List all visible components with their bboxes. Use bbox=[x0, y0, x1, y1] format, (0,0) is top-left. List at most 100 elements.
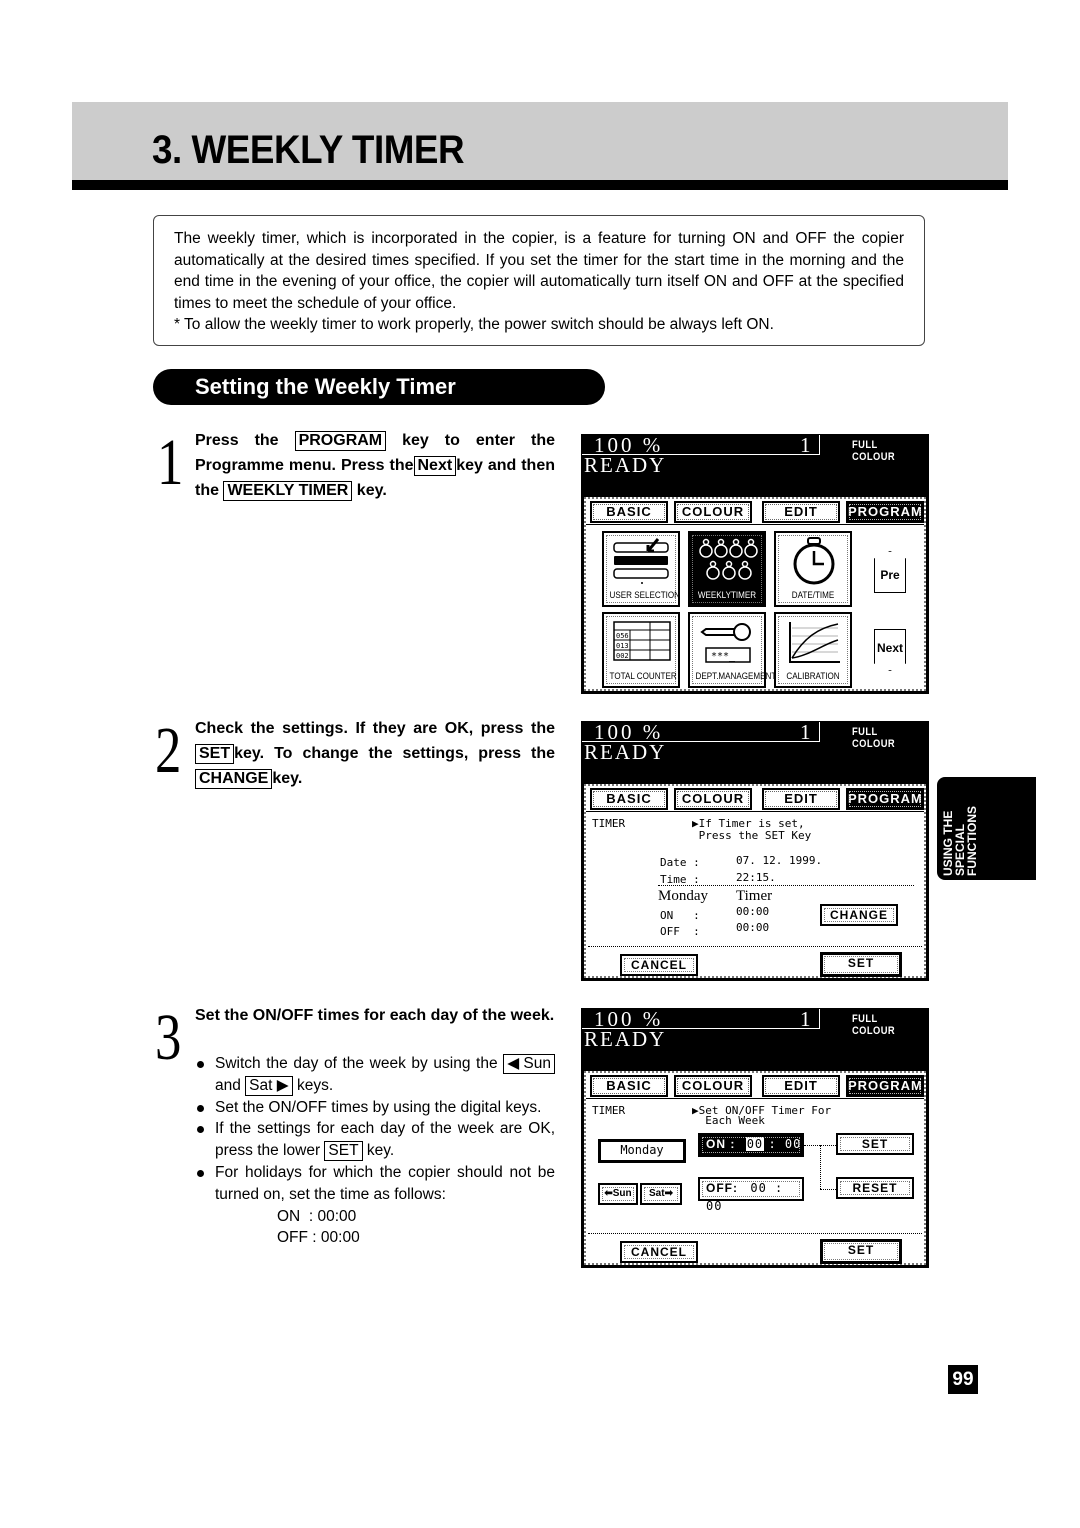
tab-program[interactable]: PROGRAM bbox=[846, 501, 924, 523]
bullet-fragment: Switch the day of the week by using the bbox=[215, 1055, 504, 1072]
step-text-fragment: key. To change the settings, press the bbox=[234, 745, 555, 762]
screen-body: BASIC COLOUR EDIT PROGRAM USER SELECTION bbox=[584, 497, 926, 691]
step-number-3: 3 bbox=[155, 1001, 182, 1074]
key-icon: ***_ bbox=[700, 623, 751, 663]
weekly-timer-button[interactable]: WEEKLYTIMER bbox=[688, 531, 766, 607]
holiday-off-time: OFF : 00:00 bbox=[277, 1229, 360, 1247]
page-number: 99 bbox=[948, 1365, 978, 1394]
lower-set-button[interactable]: SET bbox=[820, 1239, 902, 1264]
tab-edit[interactable]: EDIT bbox=[762, 1075, 840, 1097]
separator bbox=[588, 1233, 922, 1234]
date-label: Date : bbox=[660, 856, 700, 869]
screen-tabs: BASIC COLOUR EDIT PROGRAM bbox=[588, 501, 924, 525]
off-time-field[interactable]: OFF: 00 : 00 bbox=[698, 1177, 804, 1213]
copier-screen-timer-set: 100 % 1 FULL COLOUR READY BASIC COLOUR E… bbox=[581, 1007, 929, 1268]
time-value: 22:15. bbox=[736, 871, 776, 884]
counter-table-icon: 056 013 002 bbox=[613, 621, 671, 661]
screen-tabs: BASIC COLOUR EDIT PROGRAM bbox=[588, 788, 924, 812]
step-text-fragment: Press the bbox=[195, 432, 295, 449]
on-minutes: : 00 bbox=[768, 1137, 802, 1151]
step-number-2: 2 bbox=[155, 714, 182, 787]
next-page-button[interactable]: Next bbox=[874, 629, 906, 671]
step-number-1: 1 bbox=[157, 426, 184, 499]
screen-body: BASIC COLOUR EDIT PROGRAM TIMER ▶If Time… bbox=[584, 784, 926, 978]
set-button[interactable]: SET bbox=[820, 952, 902, 977]
tab-colour[interactable]: COLOUR bbox=[674, 1075, 752, 1097]
previous-page-button[interactable]: Pre bbox=[874, 551, 906, 593]
off-label: OFF: bbox=[706, 1181, 738, 1195]
intro-paragraph: The weekly timer, which is incorporated … bbox=[174, 230, 904, 312]
icon-label: TOTAL COUNTER bbox=[609, 671, 677, 682]
side-tab-line: FUNCTIONS bbox=[965, 806, 979, 876]
copy-count: 1 bbox=[800, 1007, 811, 1031]
bullet-fragment: keys. bbox=[292, 1076, 334, 1094]
tab-basic[interactable]: BASIC bbox=[590, 1075, 668, 1097]
stopwatches-icon bbox=[699, 538, 758, 580]
prompt-line-2: Each Week bbox=[692, 1114, 765, 1127]
icon-label: DATE/TIME bbox=[791, 590, 835, 601]
bullet-item: Set the ON/OFF times by using the digita… bbox=[195, 1097, 555, 1119]
reset-button[interactable]: RESET bbox=[836, 1177, 914, 1199]
step-3-bullets: Switch the day of the week by using the … bbox=[195, 1053, 555, 1249]
icon-label: DEPT.MANAGEMENT bbox=[695, 671, 777, 682]
tab-colour[interactable]: COLOUR bbox=[674, 788, 752, 810]
set-time-button[interactable]: SET bbox=[836, 1133, 914, 1155]
tab-basic[interactable]: BASIC bbox=[590, 788, 668, 810]
off-time: 00:00 bbox=[736, 921, 770, 934]
bullet-item: Switch the day of the week by using the … bbox=[195, 1053, 555, 1097]
copier-screen-program-menu: 100 % 1 FULL COLOUR READY BASIC COLOUR E… bbox=[581, 433, 929, 694]
program-key-label: PROGRAM bbox=[294, 431, 387, 451]
timer-label: Timer bbox=[736, 888, 773, 904]
tab-edit[interactable]: EDIT bbox=[762, 788, 840, 810]
bullet-item: If the settings for each day of the week… bbox=[195, 1118, 555, 1162]
prompt-line-2: Press the SET Key bbox=[692, 829, 812, 842]
tab-divider bbox=[586, 1098, 924, 1099]
tab-basic[interactable]: BASIC bbox=[590, 501, 668, 523]
step-text-fragment: Check the settings. If they are OK, pres… bbox=[195, 720, 555, 737]
date-value: 07. 12. 1999. bbox=[736, 854, 823, 867]
separator bbox=[658, 885, 914, 886]
off-label: OFF : bbox=[660, 925, 700, 938]
tab-divider bbox=[586, 811, 924, 812]
timer-heading: TIMER bbox=[592, 1104, 626, 1117]
colour-mode: FULL COLOUR bbox=[852, 439, 896, 463]
on-label: ON : bbox=[706, 1137, 736, 1151]
tab-program[interactable]: PROGRAM bbox=[846, 788, 924, 810]
tab-program[interactable]: PROGRAM bbox=[846, 1075, 924, 1097]
on-time-field[interactable]: ON : 00 : 00 bbox=[698, 1133, 804, 1157]
cancel-button[interactable]: CANCEL bbox=[620, 1241, 698, 1263]
user-selection-icon bbox=[613, 538, 669, 584]
date-time-button[interactable]: DATE/TIME bbox=[774, 531, 852, 607]
total-counter-button[interactable]: 056 013 002 TOTAL COUNTER bbox=[602, 612, 680, 688]
counter-row-value: 013 bbox=[616, 642, 629, 650]
next-day-button[interactable]: Sat➡ bbox=[640, 1183, 682, 1205]
machine-status: READY bbox=[584, 740, 667, 764]
step-2-text: Check the settings. If they are OK, pres… bbox=[195, 716, 555, 791]
copy-count: 1 bbox=[800, 720, 811, 744]
counter-row-value: 002 bbox=[616, 652, 629, 660]
change-button[interactable]: CHANGE bbox=[820, 904, 898, 926]
stopwatch-icon bbox=[793, 537, 835, 585]
colour-mode: FULL COLOUR bbox=[852, 726, 896, 750]
calibration-button[interactable]: CALIBRATION bbox=[774, 612, 852, 688]
intro-box: The weekly timer, which is incorporated … bbox=[153, 215, 925, 346]
user-selection-button[interactable]: USER SELECTION bbox=[602, 531, 680, 607]
tab-edit[interactable]: EDIT bbox=[762, 501, 840, 523]
day-value: Monday bbox=[601, 1142, 683, 1160]
timer-heading: TIMER bbox=[592, 817, 626, 830]
on-hours-cursor[interactable]: 00 bbox=[745, 1137, 765, 1151]
step-3-title: Set the ON/OFF times for each day of the… bbox=[195, 1007, 555, 1024]
tab-colour[interactable]: COLOUR bbox=[674, 501, 752, 523]
page-title: 3. WEEKLY TIMER bbox=[152, 128, 465, 172]
step-text-fragment: key. bbox=[352, 482, 387, 499]
screen-tabs: BASIC COLOUR EDIT PROGRAM bbox=[588, 1075, 924, 1099]
cancel-button[interactable]: CANCEL bbox=[620, 954, 698, 976]
bullet-fragment: and bbox=[215, 1076, 246, 1094]
dept-management-button[interactable]: ***_ DEPT.MANAGEMENT bbox=[688, 612, 777, 688]
next-key-label: Next bbox=[413, 456, 457, 476]
sun-key-label: ◀ Sun bbox=[503, 1054, 555, 1074]
previous-day-button[interactable]: ⬅Sun bbox=[598, 1183, 638, 1205]
lower-set-key-label: SET bbox=[324, 1141, 363, 1162]
copier-screen-timer-check: 100 % 1 FULL COLOUR READY BASIC COLOUR E… bbox=[581, 720, 929, 981]
step-text-fragment: key. bbox=[272, 770, 303, 787]
